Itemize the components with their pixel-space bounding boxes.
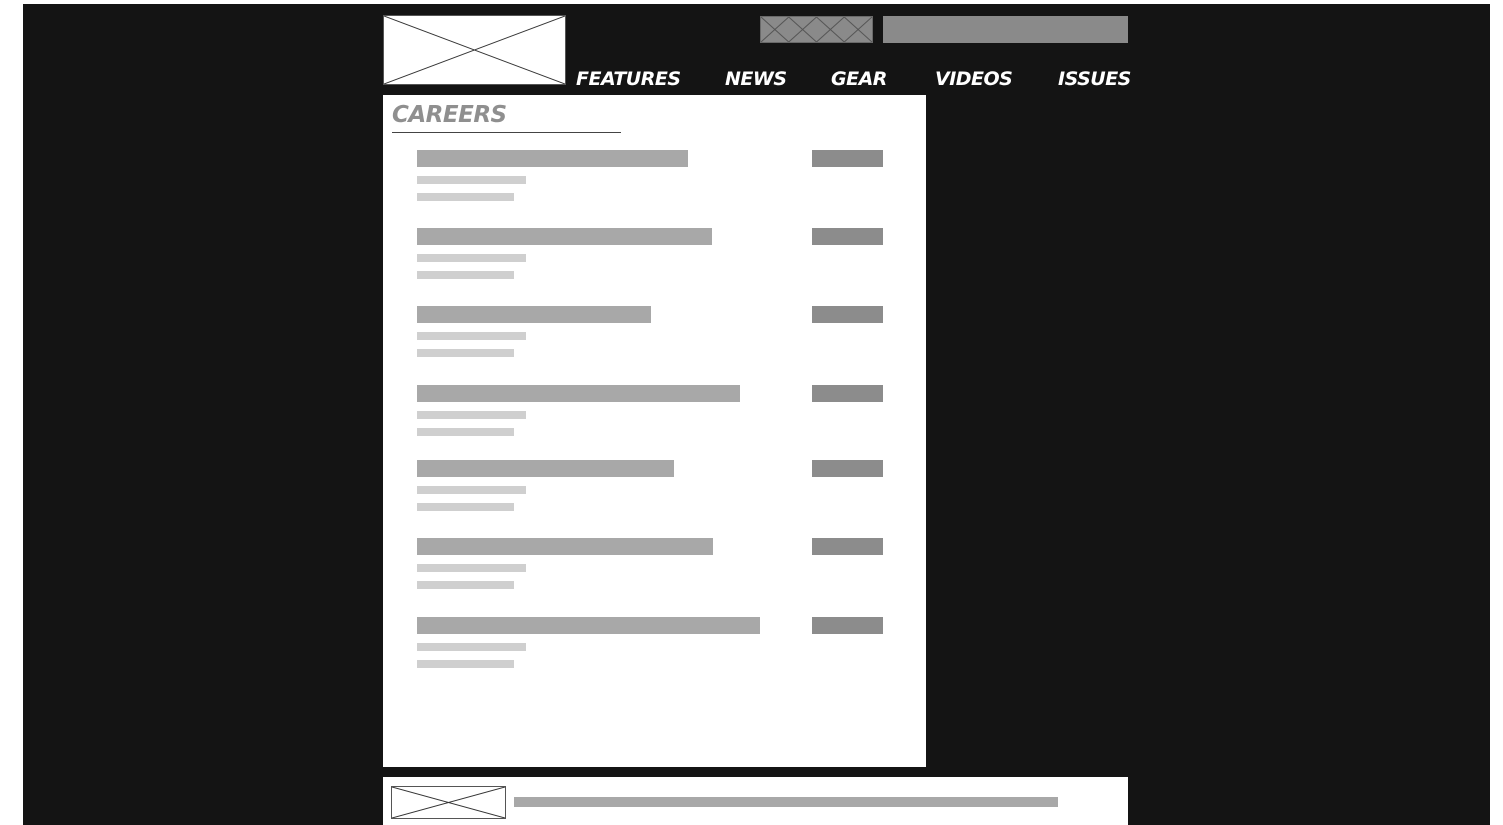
image-placeholder-icon	[384, 16, 565, 84]
job-title-placeholder[interactable]	[417, 460, 674, 477]
job-meta-line	[417, 581, 514, 589]
job-title-placeholder[interactable]	[417, 228, 712, 245]
job-apply-button[interactable]	[812, 385, 883, 402]
job-listing	[417, 306, 887, 362]
job-meta-line	[417, 564, 526, 572]
nav-item-features[interactable]: FEATURES	[576, 66, 681, 92]
job-title-placeholder[interactable]	[417, 617, 760, 634]
job-listing	[417, 385, 887, 441]
job-meta-line	[417, 643, 526, 651]
image-placeholder-icon	[761, 17, 872, 42]
job-apply-button[interactable]	[812, 538, 883, 555]
header-ad-placeholder	[760, 16, 873, 43]
job-listing	[417, 228, 887, 284]
job-title-placeholder[interactable]	[417, 538, 713, 555]
job-meta-line	[417, 193, 514, 201]
job-meta-line	[417, 176, 526, 184]
footer	[383, 777, 1128, 825]
nav-item-videos[interactable]: VIDEOS	[935, 66, 1013, 92]
careers-panel: CAREERS	[383, 95, 926, 767]
site-logo[interactable]	[383, 15, 566, 85]
search-input[interactable]	[883, 16, 1128, 43]
job-title-placeholder[interactable]	[417, 306, 651, 323]
job-meta-line	[417, 271, 514, 279]
job-apply-button[interactable]	[812, 617, 883, 634]
job-title-placeholder[interactable]	[417, 150, 688, 167]
page-title: CAREERS	[392, 102, 507, 128]
nav-item-issues[interactable]: ISSUES	[1058, 66, 1131, 92]
nav-item-gear[interactable]: GEAR	[831, 66, 887, 92]
job-meta-line	[417, 254, 526, 262]
job-apply-button[interactable]	[812, 150, 883, 167]
job-meta-line	[417, 332, 526, 340]
footer-text-placeholder	[514, 797, 1058, 807]
job-meta-line	[417, 349, 514, 357]
job-meta-line	[417, 660, 514, 668]
nav-item-news[interactable]: NEWS	[725, 66, 787, 92]
job-apply-button[interactable]	[812, 228, 883, 245]
job-meta-line	[417, 486, 526, 494]
job-listing	[417, 150, 887, 206]
job-meta-line	[417, 503, 514, 511]
job-listing	[417, 617, 887, 673]
job-apply-button[interactable]	[812, 460, 883, 477]
image-placeholder-icon	[392, 787, 505, 818]
job-meta-line	[417, 428, 514, 436]
job-title-placeholder[interactable]	[417, 385, 740, 402]
job-listing	[417, 460, 887, 516]
job-listing	[417, 538, 887, 594]
job-apply-button[interactable]	[812, 306, 883, 323]
title-underline	[392, 132, 621, 133]
job-meta-line	[417, 411, 526, 419]
footer-image[interactable]	[391, 786, 506, 819]
